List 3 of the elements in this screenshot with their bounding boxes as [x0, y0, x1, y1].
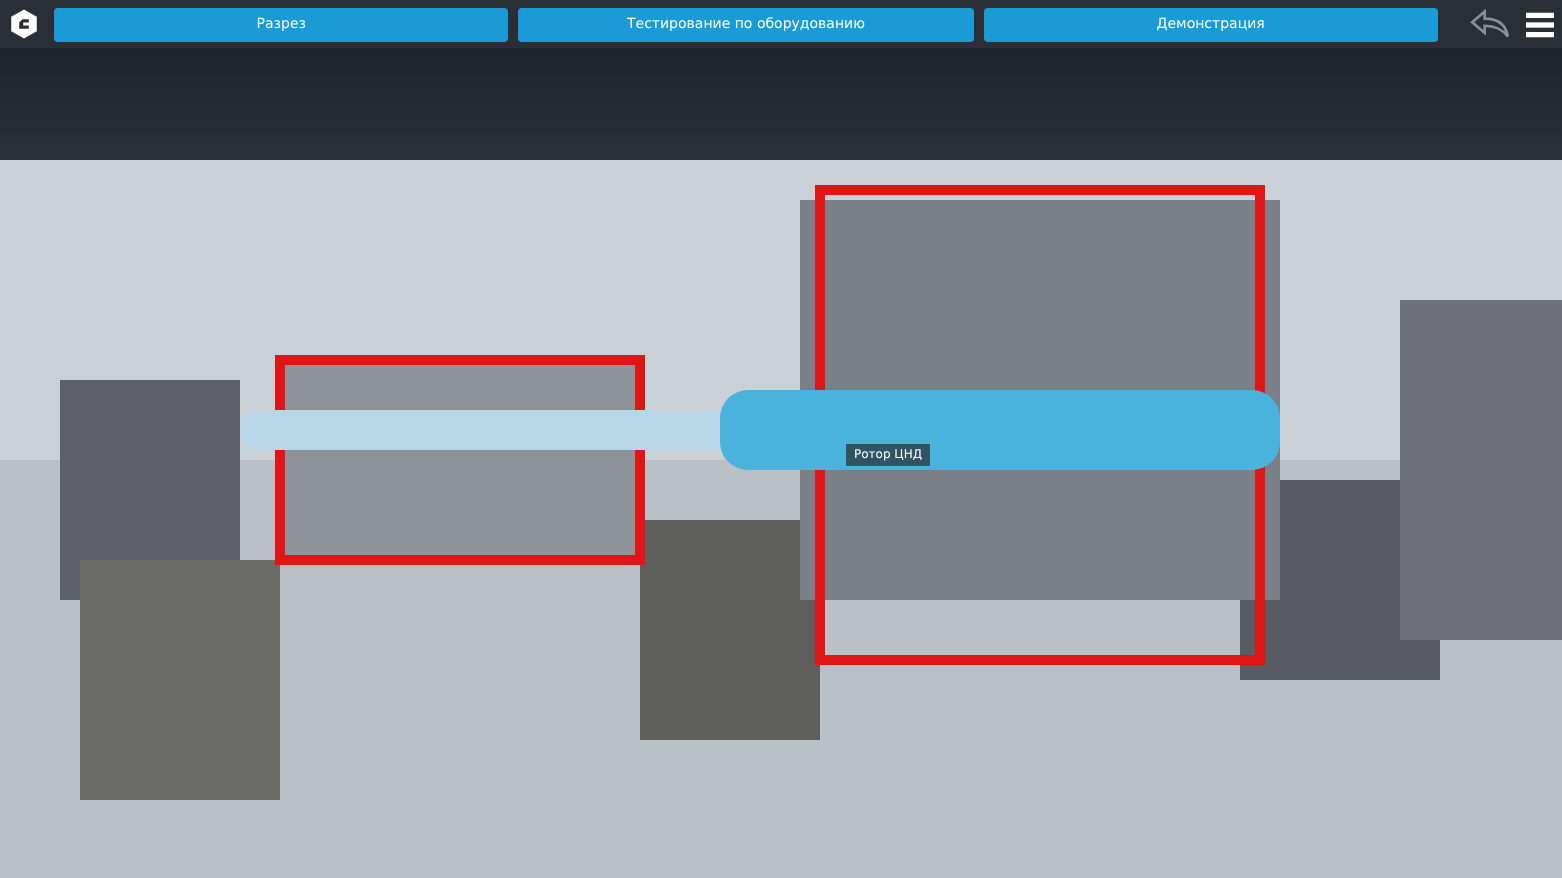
back-arrow-icon[interactable]: [1467, 8, 1512, 40]
menu-icon[interactable]: [1525, 11, 1554, 37]
logo-icon: [8, 8, 40, 40]
